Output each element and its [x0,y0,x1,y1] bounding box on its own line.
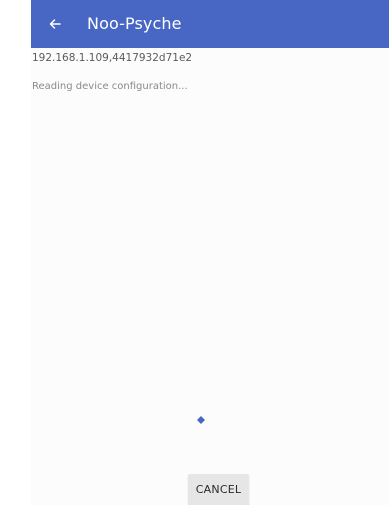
app-bar: Noo-Psyche [31,0,389,48]
page-title: Noo-Psyche [87,14,182,33]
device-id-label: 192.168.1.109,4417932d71e2 [32,52,193,64]
app-screen: Noo-Psyche 192.168.1.109,4417932d71e2 Re… [0,0,389,505]
cancel-button[interactable]: CANCEL [188,474,249,505]
arrow-left-icon [48,17,62,31]
back-button[interactable] [39,8,71,40]
status-message: Reading device configuration... [32,81,188,92]
loading-spinner [197,409,205,424]
content-area: 192.168.1.109,4417932d71e2 Reading devic… [31,48,389,505]
